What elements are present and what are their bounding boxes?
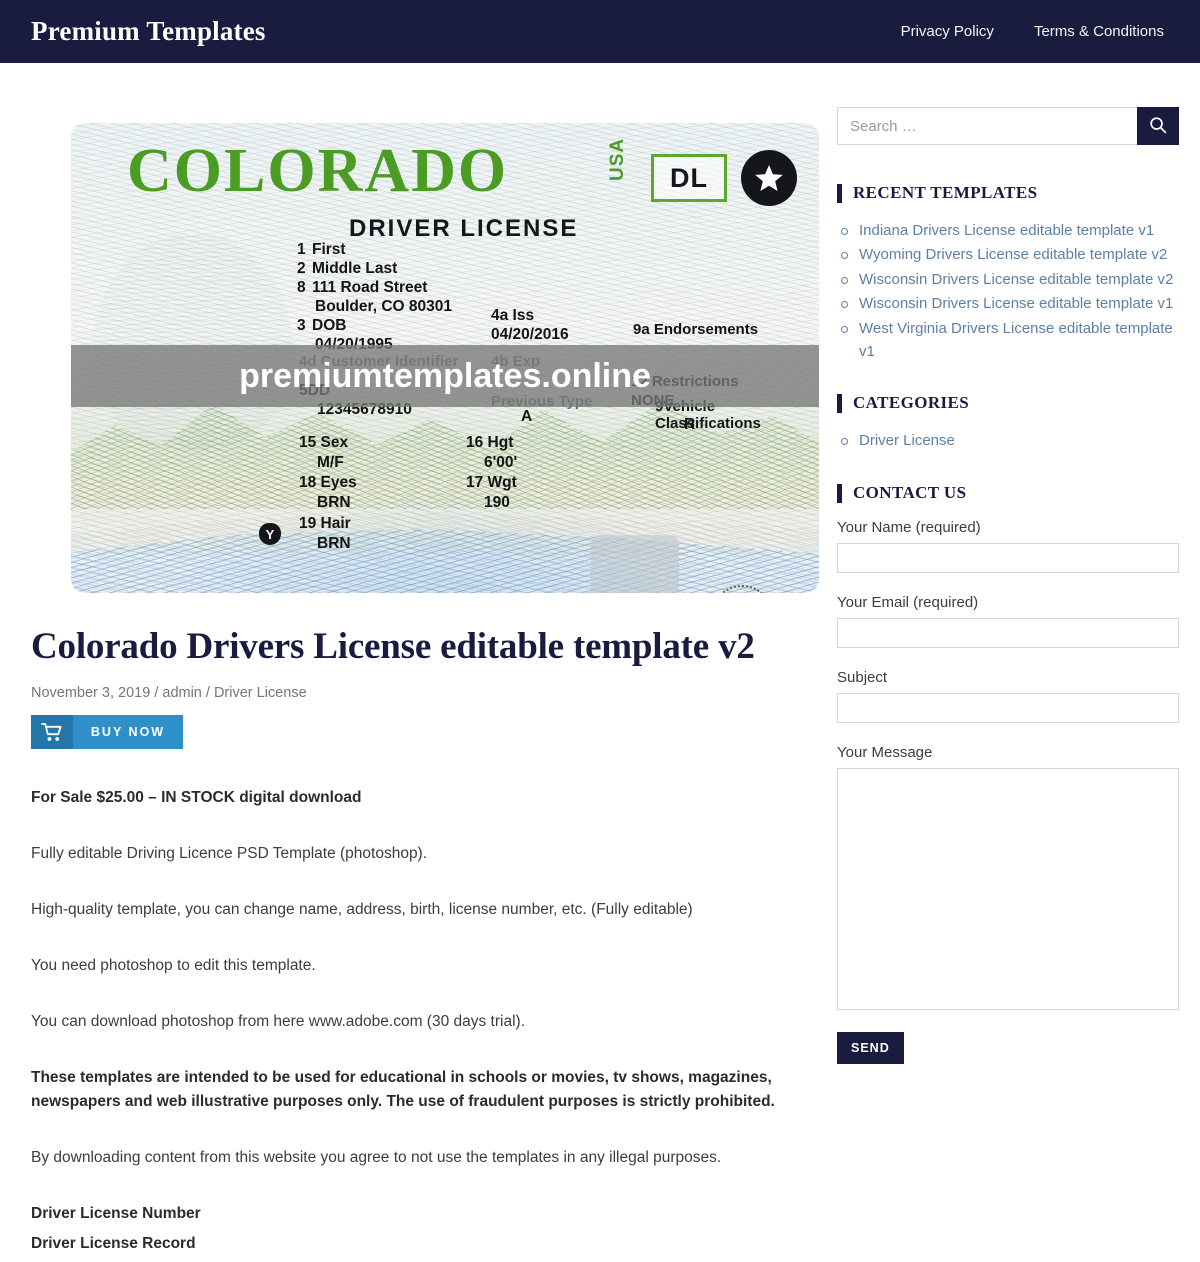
your-name-input[interactable] (837, 542, 1179, 573)
search-icon (1149, 116, 1167, 137)
site-title[interactable]: Premium Templates (31, 16, 266, 47)
paragraph-license-number: Driver License Number (31, 1204, 201, 1222)
list-item[interactable]: Wisconsin Drivers License editable templ… (837, 292, 1179, 315)
license-dl-label: DL (670, 162, 708, 193)
recent-template-link-0[interactable]: Indiana Drivers License editable templat… (859, 222, 1154, 239)
recent-template-link-3[interactable]: Wisconsin Drivers License editable templ… (859, 295, 1173, 312)
categories-list: Driver License (837, 429, 1179, 452)
recent-templates-list: Indiana Drivers License editable templat… (837, 219, 1179, 363)
license-field-eyes-value: BRN (317, 494, 351, 512)
site-header: Premium Templates Privacy Policy Terms &… (0, 0, 1200, 63)
paragraph-download-photoshop: You can download photoshop from here www… (31, 1012, 525, 1030)
widget-recent-templates: RECENT TEMPLATES Indiana Drivers License… (837, 183, 1179, 363)
buy-now-button[interactable]: BUY NOW (31, 714, 183, 749)
widget-categories: CATEGORIES Driver License (837, 393, 1179, 452)
license-field-address: 8 111 Road Street (297, 278, 428, 296)
license-field-hgt-label: 16 Hgt (466, 434, 514, 451)
license-ghost-portrait (93, 235, 293, 449)
nav-link-privacy-policy[interactable]: Privacy Policy (901, 23, 994, 40)
license-field-iss-label: 4a Iss (491, 307, 535, 324)
license-endorsements-block: 9a Endorsements (633, 321, 758, 339)
nav-link-terms-conditions[interactable]: Terms & Conditions (1034, 23, 1164, 40)
label-your-message: Your Message (837, 743, 933, 761)
widget-title-recent-templates: RECENT TEMPLATES (837, 183, 1179, 203)
widget-title-categories: CATEGORIES (837, 393, 1179, 414)
category-link-driver-license[interactable]: Driver License (859, 432, 955, 449)
paragraph-for-sale: For Sale $25.00 – IN STOCK digital downl… (31, 788, 362, 806)
main-navigation: Privacy Policy Terms & Conditions (901, 23, 1164, 40)
license-field-wgt-value: 190 (484, 494, 510, 512)
license-usa-label: USA (607, 137, 628, 181)
license-field-first: 1 First (297, 241, 346, 258)
license-field-wgt-label: 17 Wgt (466, 474, 517, 492)
paragraph-high-quality: High-quality template, you can change na… (31, 900, 693, 918)
contact-form: Your Name (required) Your Email (require… (837, 519, 1179, 1064)
main-content: COLORADO USA DL DRIVER LICENSE Exec. Dir… (31, 107, 819, 1262)
shopping-cart-icon (31, 714, 73, 749)
license-person-attributes-left: 15 Sex M/F 18 Eyes BRN 19 Hair BRN (299, 433, 357, 554)
list-item[interactable]: Indiana Drivers License editable templat… (837, 219, 1179, 242)
paragraph-need-photoshop: You need photoshop to edit this template… (31, 956, 316, 974)
list-item[interactable]: Wyoming Drivers License editable templat… (837, 243, 1179, 266)
list-item[interactable]: West Virginia Drivers License editable t… (837, 317, 1179, 364)
watermark-overlay: premiumtemplates.online (71, 345, 819, 407)
label-subject: Subject (837, 668, 888, 686)
search-input[interactable] (837, 107, 1137, 145)
send-button[interactable]: SEND (837, 1031, 904, 1064)
post-body: For Sale $25.00 – IN STOCK digital downl… (31, 786, 789, 1256)
license-field-middle-last: 2 Middle Last (297, 259, 398, 277)
page-title: Colorado Drivers License editable templa… (31, 626, 755, 667)
subject-input[interactable] (837, 692, 1179, 723)
license-field-eyes-label: 18 Eyes (299, 474, 357, 492)
license-dl-box: DL (651, 154, 727, 202)
list-item[interactable]: Wisconsin Drivers License editable templ… (837, 268, 1179, 291)
widget-title-contact-us: CONTACT US (837, 483, 1179, 503)
buy-now-label: BUY NOW (90, 724, 166, 739)
sidebar: RECENT TEMPLATES Indiana Drivers License… (837, 107, 1179, 1262)
watermark-text: premiumtemplates.online (239, 356, 651, 395)
search-widget (837, 107, 1179, 145)
license-person-attributes-middle: 16 Hgt 6'00' 17 Wgt 190 (466, 433, 517, 514)
list-item[interactable]: Driver License (837, 429, 1179, 452)
license-field-hair-value: BRN (317, 534, 351, 552)
your-message-textarea[interactable] (837, 767, 1179, 1010)
recent-template-link-4[interactable]: West Virginia Drivers License editable t… (859, 320, 1173, 360)
license-field-sex-value: M/F (317, 454, 344, 472)
license-field-endorsements-label: 9a Endorsements (633, 321, 759, 338)
paragraph-illegal-purposes: By downloading content from this website… (31, 1148, 722, 1166)
license-youth-marker-icon: Y (259, 523, 281, 545)
search-submit-button[interactable] (1137, 107, 1179, 145)
license-vehicle-class-value: R (684, 416, 696, 433)
license-field-hgt-value: 6'00' (484, 454, 518, 472)
license-field-sex-label: 15 Sex (299, 434, 349, 451)
label-your-email: Your Email (required) (837, 593, 979, 611)
recent-template-link-1[interactable]: Wyoming Drivers License editable templat… (859, 246, 1167, 263)
license-field-dob-label: 3 DOB (297, 316, 347, 334)
paragraph-fully-editable: Fully editable Driving Licence PSD Templ… (31, 844, 428, 862)
license-primary-fields: 1 First 2 Middle Last 8 111 Road Street Bou… (297, 241, 452, 354)
paragraph-license-record: Driver License Record (31, 1234, 196, 1252)
license-field-iss-value: 04/20/2016 (491, 325, 569, 343)
post-meta: November 3, 2019 / admin / Driver Licens… (31, 684, 307, 701)
license-issue-block: 4a Iss 04/20/2016 (491, 307, 569, 345)
your-email-input[interactable] (837, 617, 1179, 648)
license-field-city-state-zip: Boulder, CO 80301 (315, 297, 452, 315)
paragraph-educational-disclaimer: These templates are intended to be used … (31, 1068, 775, 1110)
driver-license-preview-image[interactable]: COLORADO USA DL DRIVER LICENSE Exec. Dir… (71, 123, 819, 593)
license-field-hair-label: 19 Hair (299, 514, 351, 532)
widget-contact-us: CONTACT US Your Name (required) Your Ema… (837, 483, 1179, 1064)
license-photo-placeholder (591, 535, 679, 593)
license-state-name: COLORADO (127, 137, 509, 205)
license-star-icon (741, 150, 797, 206)
license-previous-type-value: A (521, 408, 533, 425)
page-body: COLORADO USA DL DRIVER LICENSE Exec. Dir… (0, 63, 1200, 1262)
label-your-name: Your Name (required) (837, 518, 981, 536)
recent-template-link-2[interactable]: Wisconsin Drivers License editable templ… (859, 271, 1173, 288)
license-subtitle: DRIVER LICENSE (349, 215, 579, 242)
